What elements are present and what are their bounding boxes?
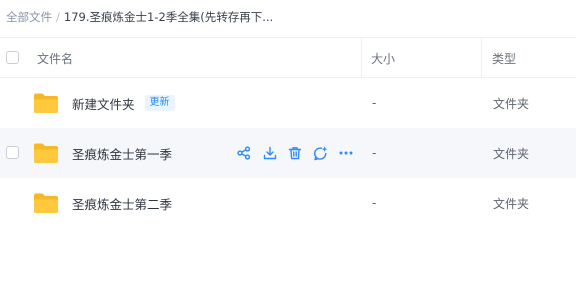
breadcrumb: 全部文件 / 179.圣痕炼金士1-2季全集(先转存再下... [6, 8, 273, 26]
breadcrumb-root-link[interactable]: 全部文件 [6, 9, 52, 25]
ai-chat-icon[interactable] [313, 145, 329, 161]
share-icon[interactable] [236, 145, 252, 161]
breadcrumb-separator: / [56, 10, 60, 24]
folder-icon [34, 93, 58, 113]
file-type: 文件夹 [493, 146, 530, 161]
folder-icon [34, 143, 58, 163]
file-size: - [372, 146, 377, 160]
table-row[interactable]: 圣痕炼金士第一季 - 文件夹 [0, 128, 576, 178]
row-checkbox[interactable] [6, 146, 19, 159]
column-divider [481, 38, 482, 78]
file-size: - [372, 196, 377, 210]
breadcrumb-current-folder: 179.圣痕炼金士1-2季全集(先转存再下... [63, 10, 274, 24]
download-icon[interactable] [262, 145, 278, 161]
select-all-checkbox[interactable] [6, 51, 19, 64]
file-name[interactable]: 圣痕炼金士第二季 [72, 193, 172, 213]
column-header-name[interactable]: 文件名 [37, 38, 73, 78]
file-name[interactable]: 新建文件夹 更新 [72, 93, 175, 113]
update-badge: 更新 [144, 95, 175, 111]
file-type: 文件夹 [493, 196, 530, 211]
column-header-size[interactable]: 大小 [371, 38, 395, 78]
file-type: 文件夹 [493, 96, 530, 111]
table-row[interactable]: 新建文件夹 更新 - 文件夹 [0, 78, 576, 128]
trash-icon[interactable] [287, 145, 303, 161]
more-icon[interactable] [338, 145, 354, 161]
folder-icon [34, 193, 58, 213]
file-name-label: 新建文件夹 [72, 96, 135, 112]
file-size: - [372, 96, 377, 110]
table-header: 文件名 大小 类型 [0, 37, 576, 78]
file-name[interactable]: 圣痕炼金士第一季 [72, 143, 172, 163]
column-divider [361, 38, 362, 78]
row-actions [236, 144, 364, 162]
table-row[interactable]: 圣痕炼金士第二季 - 文件夹 [0, 178, 576, 228]
column-header-type[interactable]: 类型 [492, 38, 516, 78]
